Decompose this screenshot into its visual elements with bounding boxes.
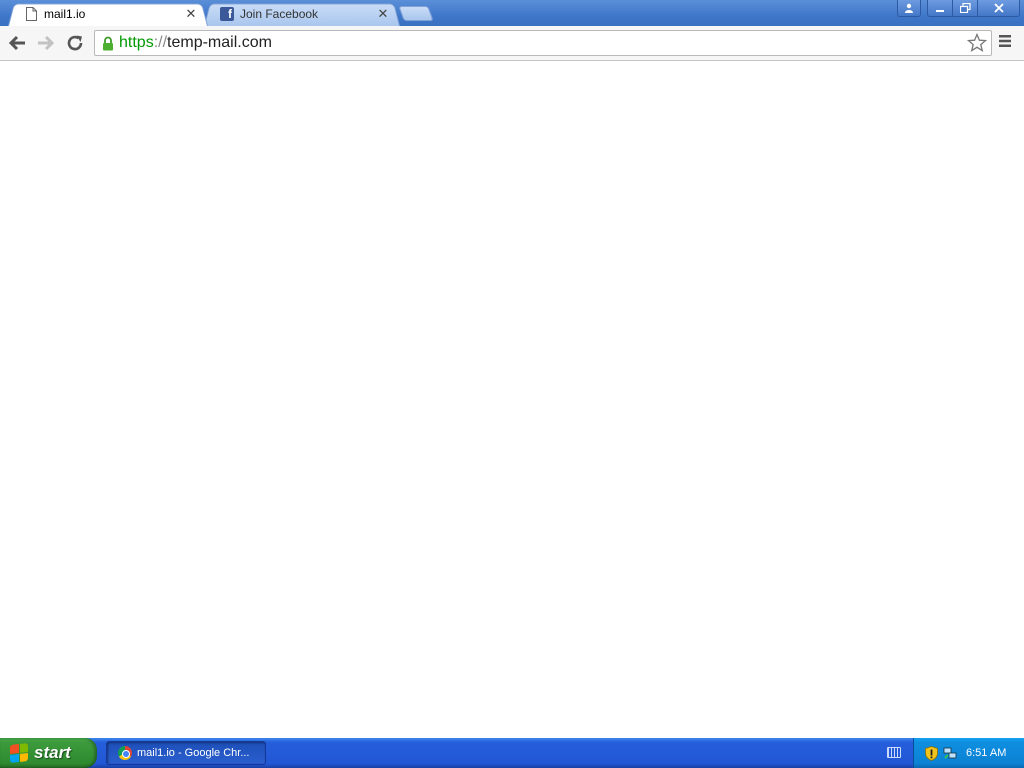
minimize-icon [936, 10, 944, 12]
profile-icon [905, 3, 913, 13]
close-icon [993, 3, 1004, 13]
reload-button[interactable] [64, 32, 86, 54]
restore-button[interactable] [952, 0, 978, 17]
tab-close-icon[interactable]: ✕ [184, 7, 198, 21]
tab-close-icon[interactable]: ✕ [376, 7, 390, 21]
network-icon[interactable] [943, 746, 957, 760]
address-bar[interactable]: https://temp-mail.com [94, 30, 992, 56]
url-text: https://temp-mail.com [119, 34, 272, 52]
forward-arrow-icon [38, 35, 55, 51]
chrome-icon [118, 746, 132, 760]
profile-button[interactable] [897, 0, 921, 17]
facebook-icon: f [220, 6, 234, 22]
page-content-area[interactable] [0, 62, 1024, 738]
browser-titlebar: mail1.io ✕ f Join Facebook ✕ [0, 0, 1024, 26]
close-window-button[interactable] [977, 0, 1020, 17]
chrome-menu-button[interactable] [998, 34, 1018, 52]
minimize-button[interactable] [927, 0, 953, 17]
hamburger-menu-icon [999, 35, 1011, 47]
url-host: temp-mail.com [167, 34, 272, 51]
tab-mail1[interactable]: mail1.io ✕ [8, 2, 208, 26]
page-icon [24, 6, 38, 22]
start-label: start [34, 743, 71, 762]
taskbar: start mail1.io - Google Chr... 6:51 AM [0, 738, 1024, 768]
tab-title: mail1.io [44, 7, 86, 21]
bookmark-star-icon[interactable] [966, 32, 988, 53]
taskbar-item-label: mail1.io - Google Chr... [137, 747, 250, 759]
back-arrow-icon [8, 35, 25, 51]
reload-icon [67, 35, 83, 51]
tab-title: Join Facebook [240, 7, 319, 21]
system-tray: 6:51 AM [913, 738, 1024, 768]
browser-toolbar: https://temp-mail.com [0, 26, 1024, 61]
back-button[interactable] [6, 32, 28, 54]
new-tab-button[interactable] [398, 6, 434, 21]
taskbar-item-chrome[interactable]: mail1.io - Google Chr... [106, 741, 266, 765]
url-separator: :// [153, 34, 168, 51]
keyboard-icon[interactable] [887, 747, 901, 758]
windows-logo-icon [10, 743, 28, 763]
restore-icon [959, 2, 971, 14]
lock-icon [101, 35, 115, 51]
url-scheme: https [119, 34, 154, 51]
start-button[interactable]: start [0, 738, 97, 768]
taskbar-clock[interactable]: 6:51 AM [966, 747, 1006, 759]
forward-button[interactable] [35, 32, 57, 54]
security-shield-icon[interactable] [925, 745, 938, 761]
tab-join-facebook[interactable]: f Join Facebook ✕ [204, 2, 400, 26]
